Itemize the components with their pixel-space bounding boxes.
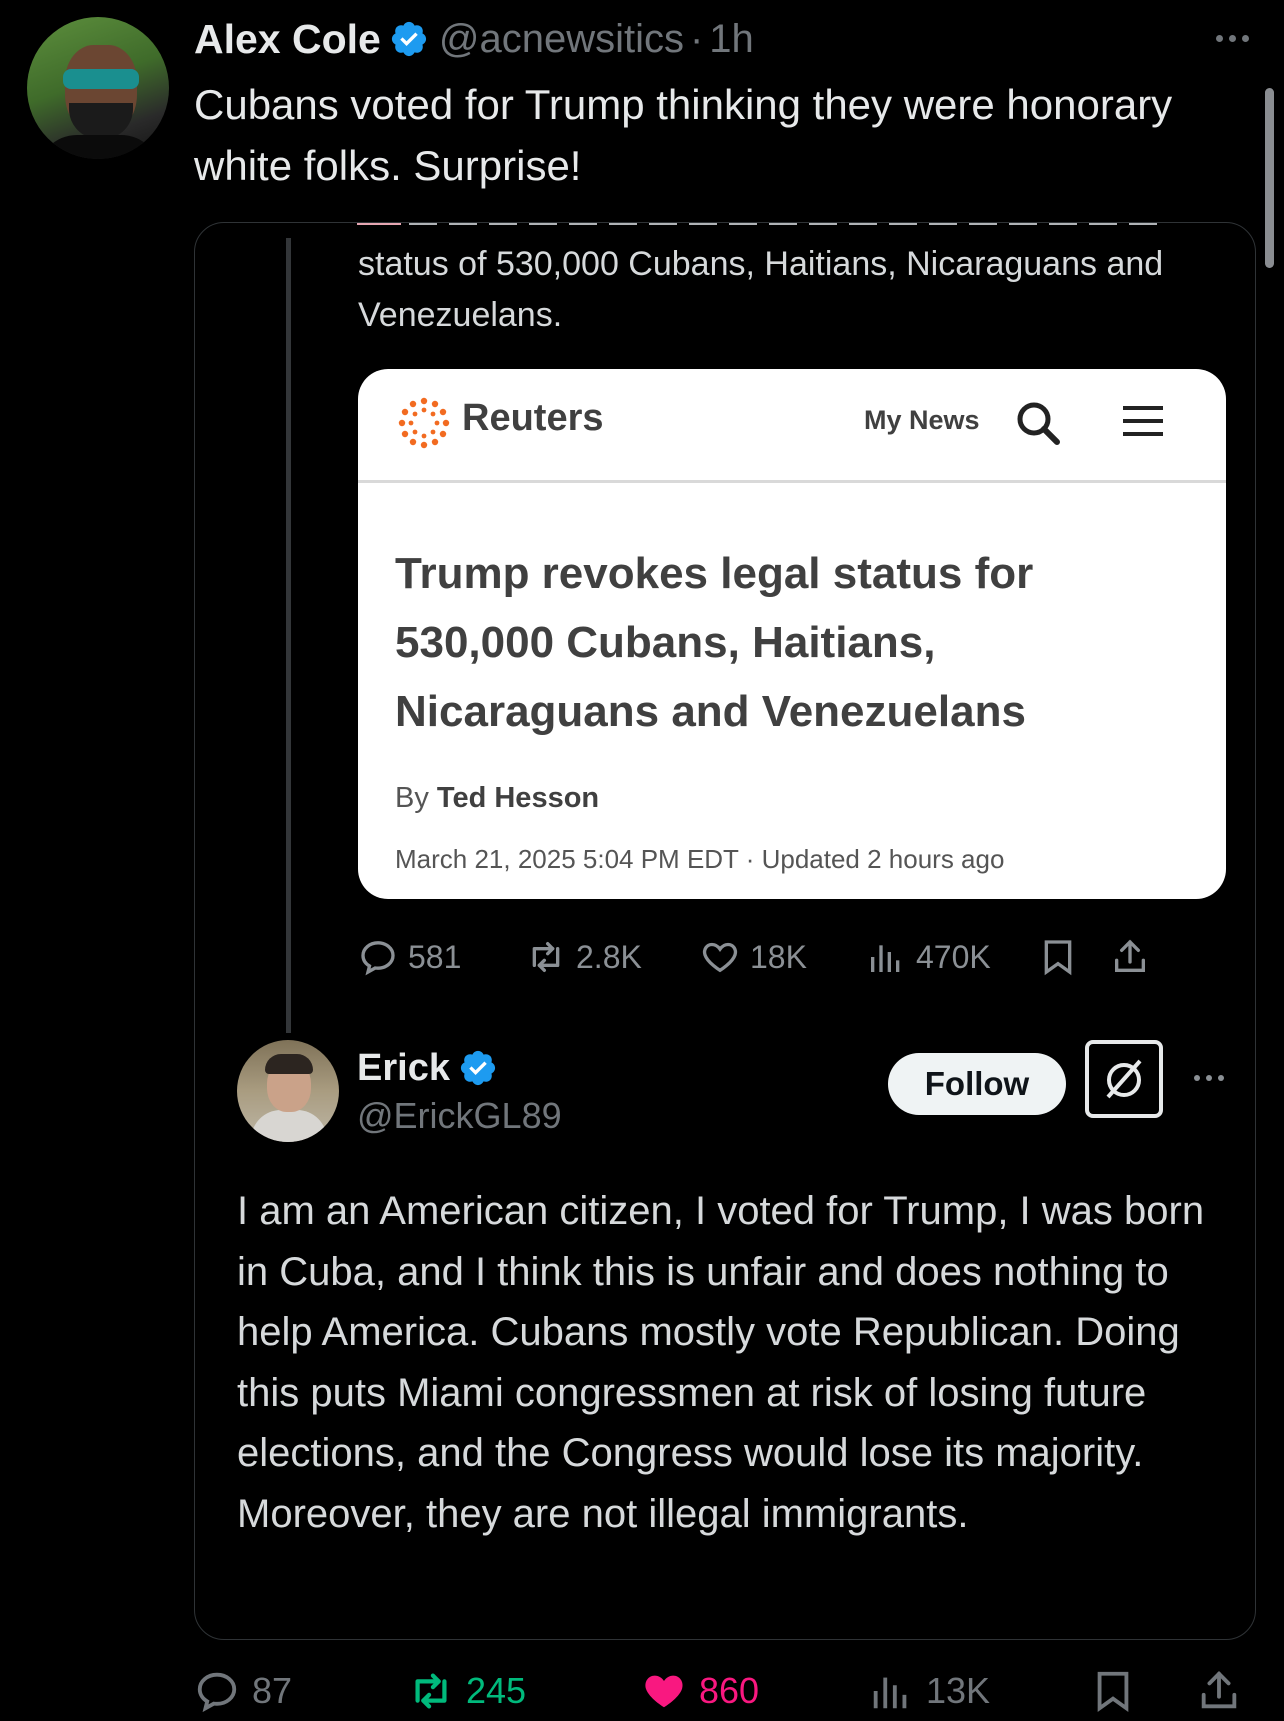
follow-button: Follow (888, 1053, 1066, 1115)
repost-count: 245 (466, 1670, 527, 1711)
reply-icon (197, 1672, 237, 1713)
author-handle[interactable]: @acnewsitics (439, 17, 684, 62)
reply-icon (361, 941, 395, 976)
reply-author-name: Erick (357, 1046, 450, 1089)
verified-badge-icon (391, 21, 426, 57)
reply-count: 87 (252, 1670, 293, 1711)
reply-author-avatar (237, 1040, 339, 1142)
inner-repost-stat: 2.8K (526, 933, 642, 981)
more-options-icon[interactable] (1208, 20, 1256, 56)
flag-icon (357, 223, 401, 225)
inner-bookmark (1038, 933, 1078, 981)
grok-icon (1085, 1040, 1163, 1118)
reuters-logo-icon (398, 397, 450, 449)
like-count: 860 (699, 1670, 760, 1711)
inner-like-count: 18K (750, 938, 807, 975)
bookmark-button[interactable] (1090, 1665, 1136, 1717)
hamburger-menu-icon (1123, 406, 1163, 436)
avatar[interactable] (27, 17, 169, 159)
repost-button[interactable]: 245 (408, 1665, 526, 1717)
tweet-header: Alex Cole @acnewsitics · 1h (194, 14, 754, 64)
views-chart-icon (871, 945, 900, 972)
separator-dot: · (689, 16, 704, 61)
views-button[interactable]: 13K (868, 1665, 990, 1717)
my-news-link: My News (864, 405, 980, 435)
article-author: Ted Hesson (436, 782, 600, 814)
article-byline: By Ted Hesson (395, 782, 599, 815)
verified-badge-icon (460, 1050, 496, 1086)
byline-prefix: By (395, 782, 429, 814)
search-icon (1017, 402, 1060, 445)
inner-like-stat: 18K (700, 933, 807, 981)
article-card: Reuters My News Trump revokes legal stat… (358, 369, 1226, 899)
article-headline: Trump revokes legal status for 530,000 C… (395, 549, 1034, 736)
share-icon (1115, 939, 1145, 972)
views-chart-icon (873, 1677, 907, 1709)
article-site-header: Reuters My News (358, 369, 1226, 483)
inner-repost-count: 2.8K (576, 938, 642, 975)
timestamp[interactable]: 1h (709, 17, 754, 62)
tweet-text: Cubans voted for Trump thinking they wer… (194, 81, 1173, 189)
inner-reply-stat: 581 (358, 933, 461, 981)
inner-share (1110, 933, 1150, 981)
heart-icon (702, 942, 738, 973)
inner-views-count: 470K (916, 938, 991, 975)
reply-text: I am an American citizen, I voted for Tr… (237, 1189, 1205, 1536)
reply-more-options-icon (1185, 1063, 1233, 1093)
thread-line (286, 238, 291, 1033)
inner-action-bar: 581 2.8K 18K 470K (358, 933, 1228, 981)
reply-button[interactable]: 87 (194, 1665, 292, 1717)
author-name[interactable]: Alex Cole (194, 16, 381, 63)
repost-icon (532, 942, 560, 972)
views-count: 13K (926, 1670, 991, 1711)
heart-filled-icon (645, 1675, 683, 1708)
tweet-action-bar: 87 245 860 13K (194, 1665, 1264, 1717)
site-name: Reuters (462, 397, 604, 439)
share-icon (1201, 1671, 1237, 1709)
inner-views-stat: 470K (866, 933, 991, 981)
bookmark-icon (1044, 940, 1072, 976)
reply-author-handle: @ErickGL89 (357, 1095, 562, 1136)
scrollbar[interactable] (1265, 88, 1274, 268)
quoted-image[interactable]: status of 530,000 Cubans, Haitians, Nica… (194, 222, 1256, 1640)
like-button[interactable]: 860 (641, 1665, 759, 1717)
bookmark-icon (1097, 1671, 1129, 1712)
share-button[interactable] (1196, 1665, 1242, 1717)
repost-icon (415, 1673, 447, 1709)
tweet-page: Alex Cole @acnewsitics · 1h Cubans voted… (0, 0, 1284, 1721)
clipped-text-fragment (357, 223, 1177, 229)
article-dateline: March 21, 2025 5:04 PM EDT · Updated 2 h… (395, 844, 1005, 874)
inner-tweet-text: status of 530,000 Cubans, Haitians, Nica… (358, 245, 1164, 334)
reply-author: Erick (357, 1043, 498, 1093)
inner-reply-count: 581 (408, 938, 462, 975)
